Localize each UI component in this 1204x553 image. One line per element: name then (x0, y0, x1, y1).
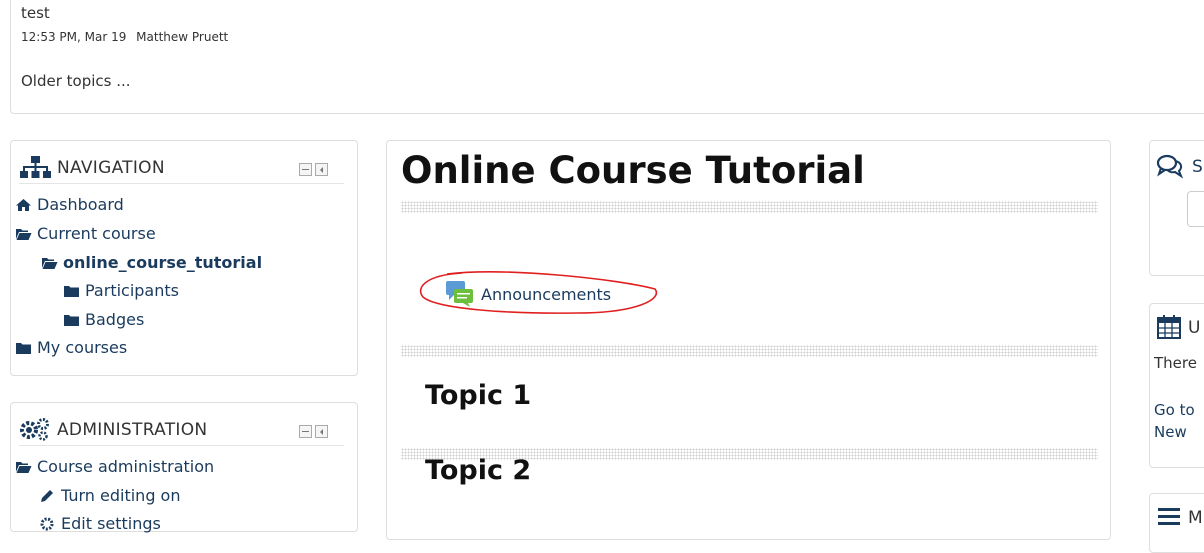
nav-item-online-course-tutorial[interactable]: online_course_tutorial (41, 253, 262, 272)
course-content: Online Course Tutorial Announcements Top… (386, 140, 1111, 540)
home-icon (16, 198, 31, 211)
topic-1-heading: Topic 1 (425, 380, 532, 411)
folder-icon (64, 285, 79, 297)
dock-block-icon[interactable] (315, 163, 328, 176)
hide-block-icon[interactable] (299, 425, 312, 438)
admin-item-edit-settings[interactable]: Edit settings (39, 514, 161, 533)
announcements-label: Announcements (481, 284, 612, 304)
folder-open-icon (16, 228, 32, 240)
nav-item-dashboard[interactable]: Dashboard (15, 195, 124, 214)
search-input[interactable] (1187, 191, 1204, 227)
calendar-icon (1157, 315, 1181, 339)
latest-news-panel: test 12:53 PM, Mar 19 Matthew Pruett Old… (10, 0, 1204, 114)
older-topics-link[interactable]: Older topics ... (21, 72, 131, 90)
block-controls (299, 425, 335, 439)
folder-open-icon (42, 257, 58, 269)
navigation-header: NAVIGATION (19, 155, 344, 184)
menu-block: M (1149, 493, 1204, 553)
comments-icon (1156, 154, 1184, 179)
bars-icon (1158, 508, 1180, 525)
upcoming-empty-text: There (1154, 354, 1197, 372)
hide-block-icon[interactable] (299, 163, 312, 176)
nav-item-badges[interactable]: Badges (63, 310, 144, 329)
forum-icon (446, 281, 473, 307)
nav-item-my-courses[interactable]: My courses (15, 338, 127, 357)
navigation-block: NAVIGATION Dashboard Current course onli… (10, 140, 358, 376)
sitemap-icon (20, 156, 51, 178)
gears-icon (20, 418, 49, 441)
upcoming-block-title: U (1188, 318, 1201, 338)
block-controls (299, 163, 335, 177)
nav-item-participants[interactable]: Participants (63, 281, 179, 300)
nav-item-current-course[interactable]: Current course (15, 224, 156, 243)
administration-header: ADMINISTRATION (19, 417, 344, 446)
administration-block: ADMINISTRATION Course administration Tur… (10, 402, 358, 533)
search-block-title: S (1192, 157, 1203, 177)
gear-icon (40, 517, 54, 530)
administration-title: ADMINISTRATION (57, 420, 208, 440)
announcements-link[interactable]: Announcements (445, 279, 611, 309)
section-divider (401, 201, 1098, 213)
folder-open-icon (16, 461, 32, 473)
upcoming-events-block: U There Go to New (1149, 303, 1204, 468)
navigation-title: NAVIGATION (57, 158, 165, 178)
course-title: Online Course Tutorial (401, 149, 865, 192)
admin-item-turn-editing-on[interactable]: Turn editing on (39, 486, 180, 505)
post-title[interactable]: test (21, 4, 50, 22)
post-time: 12:53 PM, Mar 19 (21, 30, 127, 44)
post-author: Matthew Pruett (136, 30, 229, 44)
post-meta: 12:53 PM, Mar 19 Matthew Pruett (21, 30, 228, 44)
dock-block-icon[interactable] (315, 425, 328, 438)
topic-2-heading: Topic 2 (425, 455, 532, 486)
menu-block-title: M (1188, 508, 1203, 528)
search-forums-block: S (1149, 140, 1204, 276)
folder-icon (16, 342, 31, 354)
pencil-icon (41, 489, 53, 502)
new-event-link[interactable]: New (1154, 423, 1187, 441)
go-to-calendar-link[interactable]: Go to (1154, 401, 1195, 419)
section-divider (401, 345, 1098, 357)
admin-item-course-administration[interactable]: Course administration (15, 457, 214, 476)
folder-icon (64, 314, 79, 326)
